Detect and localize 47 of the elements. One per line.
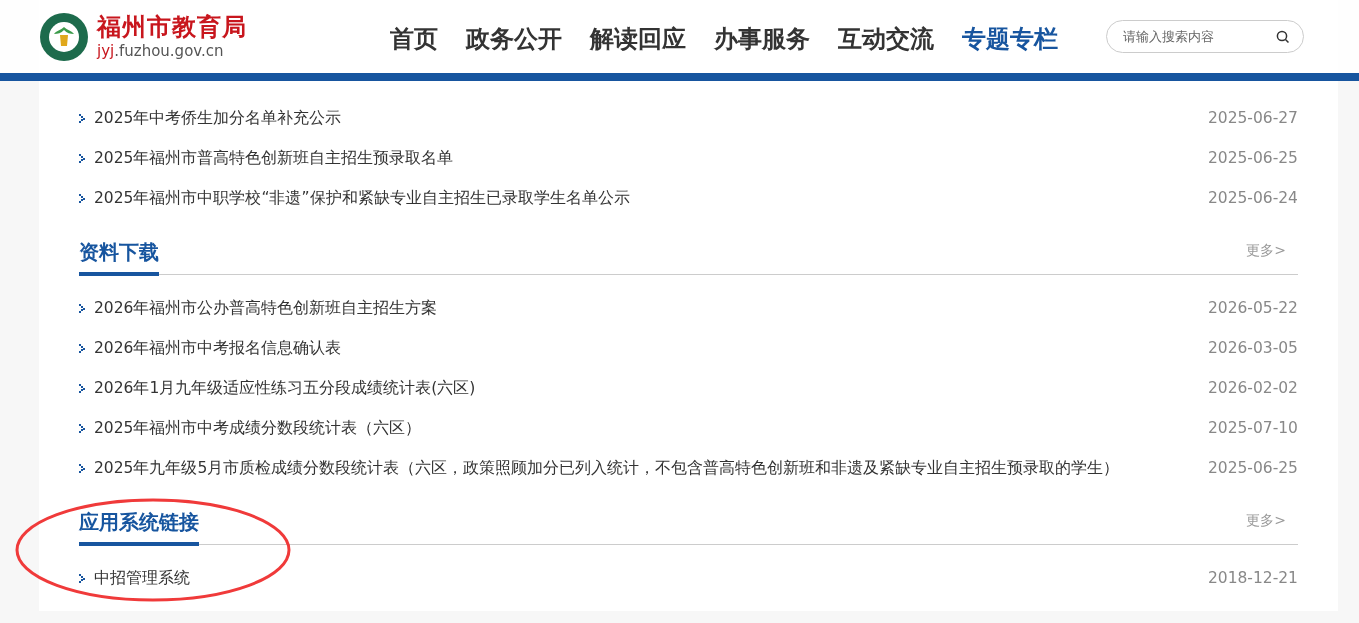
list-item-link[interactable]: 2025年福州市中职学校“非遗”保护和紧缺专业自主招生已录取学生名单公示 (79, 187, 1208, 209)
bullet-icon (79, 153, 86, 163)
item-title: 2026年福州市公办普高特色创新班自主招生方案 (94, 297, 438, 319)
bullet-icon (79, 343, 86, 353)
bullet-icon (79, 423, 86, 433)
item-date: 2025-06-27 (1207, 109, 1298, 127)
nav-item[interactable]: 政务公开 (466, 22, 562, 55)
nav-item[interactable]: 办事服务 (714, 22, 810, 55)
logo-icon[interactable] (40, 12, 88, 61)
section-heading: 应用系统链接 (79, 508, 199, 546)
bullet-icon (79, 193, 86, 203)
nav-item[interactable]: 互动交流 (838, 22, 934, 55)
item-date: 2018-12-21 (1207, 569, 1298, 587)
list-item-link[interactable]: 2025年福州市普高特色创新班自主招生预录取名单 (79, 147, 1208, 169)
nav-item[interactable]: 首页 (390, 22, 438, 55)
nav-item[interactable]: 解读回应 (590, 22, 686, 55)
bullet-icon (79, 303, 86, 313)
item-title: 中招管理系统 (94, 567, 190, 589)
search-icon[interactable] (1276, 30, 1290, 44)
search-field[interactable]: 请输入搜索内容 (1106, 20, 1304, 53)
list-item-link[interactable]: 2025年福州市中考成绩分数段统计表（六区） (79, 417, 1208, 439)
bullet-icon (79, 113, 86, 123)
item-date: 2025-06-24 (1207, 189, 1298, 207)
section-heading: 资料下载 (79, 238, 159, 276)
item-title: 2026年福州市中考报名信息确认表 (94, 337, 342, 359)
nav-item[interactable]: 专题专栏 (962, 22, 1058, 55)
bullet-icon (79, 383, 86, 393)
item-date: 2026-03-05 (1207, 339, 1298, 357)
site-url: jyj.fuzhou.gov.cn (97, 40, 225, 61)
item-title: 2026年1月九年级适应性练习五分段成绩统计表(六区) (94, 377, 476, 399)
item-date: 2025-06-25 (1207, 149, 1298, 167)
item-date: 2026-02-02 (1207, 379, 1298, 397)
list-item-link[interactable]: 2026年1月九年级适应性练习五分段成绩统计表(六区) (79, 377, 1208, 399)
list-item-link[interactable]: 2026年福州市公办普高特色创新班自主招生方案 (79, 297, 1208, 319)
item-date: 2025-06-25 (1207, 459, 1298, 477)
site-name: 福州市教育局 (97, 12, 247, 41)
list-item-link[interactable]: 2025年中考侨生加分名单补充公示 (79, 107, 1208, 129)
bullet-icon (79, 573, 86, 583)
list-item-link[interactable]: 2026年福州市中考报名信息确认表 (79, 337, 1208, 359)
item-title: 2025年中考侨生加分名单补充公示 (94, 107, 342, 129)
bullet-icon (79, 463, 86, 473)
item-title: 2025年福州市中职学校“非遗”保护和紧缺专业自主招生已录取学生名单公示 (94, 187, 630, 209)
item-date: 2026-05-22 (1207, 299, 1298, 317)
item-date: 2025-07-10 (1207, 419, 1298, 437)
item-title: 2025年福州市中考成绩分数段统计表（六区） (94, 417, 422, 439)
list-item-link[interactable]: 中招管理系统 (79, 567, 1208, 589)
item-title: 2025年福州市普高特色创新班自主招生预录取名单 (94, 147, 454, 169)
